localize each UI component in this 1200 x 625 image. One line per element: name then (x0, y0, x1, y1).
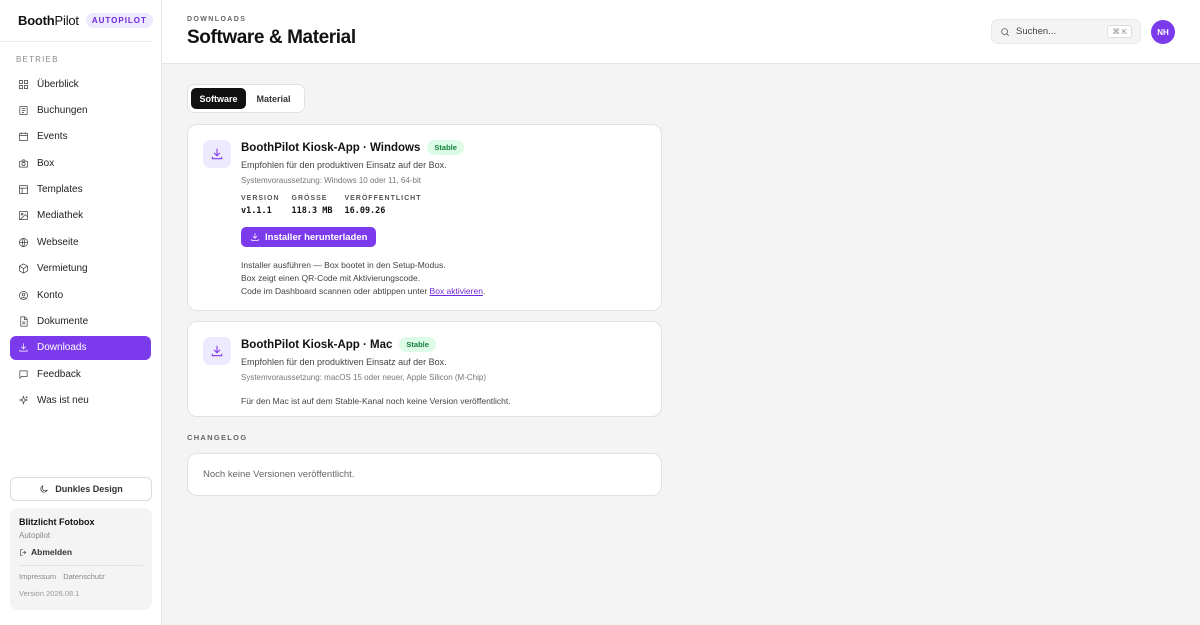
chat-icon (19, 370, 28, 379)
sidebar-item-label: Feedback (37, 368, 81, 380)
sidebar-item-dokumente[interactable]: Dokumente (10, 310, 151, 334)
moon-icon (40, 485, 48, 493)
sidebar-item-label: Vermietung (37, 263, 88, 275)
app-version: Version 2026.08.1 (19, 589, 80, 598)
activate-box-link[interactable]: Box aktivieren (430, 286, 483, 296)
sidebar-item-label: Konto (37, 289, 64, 301)
footer-links: Impressum Datenschutz (19, 572, 143, 581)
card-title: BoothPilot Kiosk-App · Mac Stable (241, 337, 646, 352)
layers-icon (19, 185, 28, 195)
published-value: 16.09.26 (344, 206, 386, 216)
sidebar-item-konto[interactable]: Konto (10, 283, 151, 307)
system-requirements: Systemvoraussetzung: Windows 10 oder 11,… (241, 176, 421, 185)
calendar-icon (19, 132, 28, 142)
page-header: DOWNLOADS Software & Material Suchen... … (162, 0, 1200, 64)
sidebar-item-label: Dokumente (37, 316, 89, 328)
sidebar-item-label: Buchungen (37, 104, 88, 116)
sidebar-item-vermietung[interactable]: Vermietung (10, 257, 151, 281)
image-icon (19, 211, 28, 221)
published-label: VERÖFFENTLICHT (344, 195, 422, 202)
breadcrumb: DOWNLOADS (187, 16, 247, 23)
globe-icon (19, 237, 28, 247)
empty-note: Für den Mac ist auf dem Stable-Kanal noc… (241, 396, 511, 406)
tab-material[interactable]: Material (246, 88, 301, 109)
setup-steps: Installer ausführen — Box bootet in den … (241, 259, 646, 298)
dark-mode-label: Dunkles Design (55, 484, 123, 494)
document-icon (20, 316, 28, 327)
tab-bar: Software Material (187, 84, 305, 113)
card-title: BoothPilot Kiosk-App · Windows Stable (241, 140, 646, 155)
download-card-windows: BoothPilot Kiosk-App · Windows Stable Em… (187, 124, 662, 311)
search-icon (1001, 27, 1010, 36)
download-card-mac: BoothPilot Kiosk-App · Mac Stable Empfoh… (187, 321, 662, 417)
card-description: Empfohlen für den produktiven Einsatz au… (241, 357, 447, 367)
sidebar-item-label: Box (37, 157, 55, 169)
sidebar-item-label: Templates (37, 184, 83, 196)
status-badge: Stable (427, 140, 464, 155)
sidebar-item-downloads[interactable]: Downloads (10, 335, 151, 360)
changelog-empty: Noch keine Versionen veröffentlicht. (187, 453, 662, 496)
imprint-link[interactable]: Impressum (19, 572, 56, 581)
search-shortcut: ⌘ K (1107, 25, 1132, 38)
search-input[interactable]: Suchen... ⌘ K (991, 19, 1141, 44)
divider (19, 565, 143, 566)
dark-mode-button[interactable]: Dunkles Design (10, 477, 152, 501)
version-label: VERSION (241, 195, 280, 202)
download-installer-button[interactable]: Installer herunterladen (241, 227, 377, 247)
sidebar-item-events[interactable]: Events (10, 125, 151, 149)
sidebar-nav: Überblick Buchungen Events Box Templates… (0, 72, 161, 413)
package-icon (19, 263, 28, 274)
plan-tag: AUTOPILOT (85, 13, 153, 28)
download-icon (251, 233, 259, 241)
logout-label: Abmelden (31, 547, 73, 557)
size-label: GRÖSSE (291, 195, 328, 202)
download-icon (19, 343, 28, 352)
sidebar-item-label: Events (37, 131, 68, 143)
sidebar-item-label: Mediathek (37, 210, 84, 222)
setup-step: Box zeigt einen QR-Code mit Aktivierungs… (241, 273, 421, 283)
sidebar-item-label: Downloads (37, 342, 87, 354)
sidebar-item-box[interactable]: Box (10, 151, 151, 175)
logout-button[interactable]: Abmelden (19, 547, 143, 557)
download-icon (203, 140, 231, 168)
sidebar-item-label: Was ist neu (37, 395, 89, 407)
list-icon (19, 105, 28, 115)
sidebar-item-label: Überblick (37, 78, 79, 90)
sidebar-item-buchungen[interactable]: Buchungen (10, 98, 151, 122)
sidebar-item-feedback[interactable]: Feedback (10, 362, 151, 386)
section-label: BETRIEB (16, 55, 59, 64)
brand-name: BoothPilot (18, 13, 79, 28)
search-placeholder: Suchen... (1016, 26, 1057, 37)
setup-step: Code im Dashboard scannen oder abtippen … (241, 286, 486, 296)
page-title: Software & Material (187, 27, 356, 48)
camera-icon (19, 159, 28, 168)
account-plan: Autopilot (19, 531, 51, 540)
setup-step: Installer ausführen — Box bootet in den … (241, 260, 446, 270)
brand[interactable]: BoothPilot AUTOPILOT (0, 0, 153, 42)
user-circle-icon (19, 290, 28, 300)
account-name: Blitzlicht Fotobox (19, 517, 95, 527)
download-icon (203, 337, 231, 365)
changelog-heading: CHANGELOG (187, 433, 248, 442)
sparkle-icon (18, 395, 29, 406)
privacy-link[interactable]: Datenschutz (63, 572, 105, 581)
sidebar-item-ueberblick[interactable]: Überblick (10, 72, 151, 96)
tab-software[interactable]: Software (191, 88, 246, 109)
sidebar-item-was-ist-neu[interactable]: Was ist neu (10, 389, 151, 413)
status-badge: Stable (399, 337, 436, 352)
sidebar: BoothPilot AUTOPILOT BETRIEB Überblick B… (0, 0, 162, 625)
account-panel: Blitzlicht Fotobox Autopilot Abmelden Im… (10, 508, 152, 610)
sidebar-item-label: Webseite (37, 236, 79, 248)
avatar[interactable]: NH (1151, 20, 1175, 44)
release-meta: VERSION v1.1.1 GRÖSSE 118.3 MB VERÖFFENT… (241, 195, 646, 216)
version-value: v1.1.1 (241, 206, 272, 216)
card-description: Empfohlen für den produktiven Einsatz au… (241, 160, 447, 170)
sidebar-item-mediathek[interactable]: Mediathek (10, 204, 151, 228)
system-requirements: Systemvoraussetzung: macOS 15 oder neuer… (241, 373, 487, 382)
sidebar-item-templates[interactable]: Templates (10, 178, 151, 202)
logout-icon (20, 548, 27, 556)
sidebar-item-webseite[interactable]: Webseite (10, 230, 151, 254)
size-value: 118.3 MB (291, 206, 333, 216)
grid-icon (19, 79, 28, 89)
